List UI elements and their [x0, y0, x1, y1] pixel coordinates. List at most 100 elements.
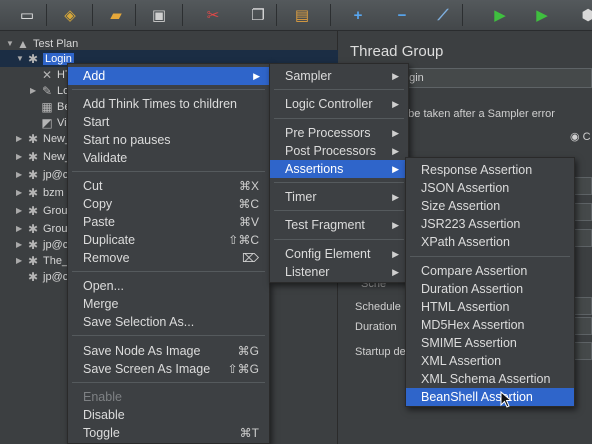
assertion-item-jsr223-assertion[interactable]: JSR223 Assertion [406, 215, 574, 233]
new-file-button[interactable]: ▭ [14, 3, 40, 27]
mouse-cursor-icon [500, 391, 513, 408]
menu-item-label: Test Fragment [285, 218, 365, 232]
menu-item-cut[interactable]: Cut ⌘X [68, 177, 269, 195]
assertion-item-html-assertion[interactable]: HTML Assertion [406, 298, 574, 316]
menu-item-save-screen-as-image[interactable]: Save Screen As Image ⇧⌘G [68, 360, 269, 378]
tree-expand-arrow-icon[interactable]: ▶ [16, 240, 26, 249]
add-menu-item-sampler[interactable]: Sampler ▶ [270, 67, 408, 85]
menu-item-label: Response Assertion [421, 163, 533, 177]
add-menu-item-timer[interactable]: Timer ▶ [270, 188, 408, 206]
tree-expand-arrow-icon[interactable]: ▶ [16, 188, 26, 197]
tree-expand-arrow-icon[interactable]: ▶ [16, 134, 26, 143]
tree-expand-arrow-icon[interactable]: ▼ [16, 54, 26, 63]
tree-expand-arrow-icon[interactable]: ▶ [16, 152, 26, 161]
tree-node[interactable]: ▶ ✱ jp@c [16, 166, 68, 183]
assertion-item-smime-assertion[interactable]: SMIME Assertion [406, 334, 574, 352]
start-button[interactable]: ▶ [487, 3, 513, 27]
assertion-item-xpath-assertion[interactable]: XPath Assertion [406, 233, 574, 251]
assertion-item-md5hex-assertion[interactable]: MD5Hex Assertion [406, 316, 574, 334]
submenu-arrow-icon: ▶ [392, 191, 399, 202]
tree-expand-arrow-icon[interactable]: ▶ [16, 224, 26, 233]
menu-item-start[interactable]: Start [68, 113, 269, 131]
menu-separator [410, 256, 570, 257]
menu-item-label: HTML Assertion [421, 300, 510, 314]
tree-expand-arrow-icon[interactable]: ▶ [30, 86, 40, 95]
menu-item-label: Remove [83, 251, 130, 265]
cut-button[interactable]: ✂ [200, 3, 226, 27]
menu-item-add-think-times-to-children[interactable]: Add Think Times to children [68, 95, 269, 113]
menu-item-disable[interactable]: Disable [68, 406, 269, 424]
save-button[interactable]: ▣ [146, 3, 172, 27]
sampler-error-label: o be taken after a Sampler error [399, 108, 555, 120]
menu-item-copy[interactable]: Copy ⌘C [68, 195, 269, 213]
expand-icon: + [353, 6, 363, 24]
menu-item-label: SMIME Assertion [421, 336, 517, 350]
assertion-item-beanshell-assertion[interactable]: BeanShell Assertion [406, 388, 574, 406]
assertion-item-response-assertion[interactable]: Response Assertion [406, 161, 574, 179]
tree-node[interactable]: ▼ ✱ Login [16, 50, 74, 67]
assertion-item-json-assertion[interactable]: JSON Assertion [406, 179, 574, 197]
menu-item-add[interactable]: Add ▶ [68, 67, 269, 85]
add-menu-item-listener[interactable]: Listener ▶ [270, 263, 408, 281]
templates-button[interactable]: ◈ [57, 3, 83, 27]
tree-node[interactable]: ▶ ✱ Grou [16, 202, 67, 219]
menu-separator [72, 171, 265, 172]
tree-node[interactable]: ▶ ✱ The_ [16, 252, 68, 269]
menu-item-label: Start [83, 115, 110, 129]
copy-button[interactable]: ❐ [245, 3, 271, 27]
add-menu-item-logic-controller[interactable]: Logic Controller ▶ [270, 95, 408, 113]
menu-item-merge[interactable]: Merge [68, 295, 269, 313]
assertion-item-size-assertion[interactable]: Size Assertion [406, 197, 574, 215]
save-icon: ▣ [151, 7, 167, 24]
assertion-item-xml-assertion[interactable]: XML Assertion [406, 352, 574, 370]
add-menu-item-post-processors[interactable]: Post Processors ▶ [270, 142, 408, 160]
collapse-button[interactable]: − [389, 3, 415, 27]
tree-node[interactable]: ▶ ✱ Grou [16, 220, 67, 237]
add-menu-item-pre-processors[interactable]: Pre Processors ▶ [270, 124, 408, 142]
tree-expand-arrow-icon[interactable]: ▼ [6, 39, 16, 48]
stop-button[interactable]: ⬢ [575, 3, 592, 27]
tree-node-label: jp@c [43, 168, 69, 181]
expand-button[interactable]: + [345, 3, 371, 27]
assertion-item-duration-assertion[interactable]: Duration Assertion [406, 280, 574, 298]
toggle-button[interactable]: ⟋ [430, 3, 456, 27]
open-button[interactable]: ▰ [103, 3, 129, 27]
menu-item-label: Duration Assertion [421, 282, 524, 296]
tree-node[interactable]: ▶ ✱ New_ [16, 130, 71, 147]
assertions-submenu: Response Assertion JSON Assertion Size Ass… [405, 157, 575, 407]
tree-expand-arrow-icon[interactable]: ▶ [16, 206, 26, 215]
tree-node[interactable]: ▶ ✱ New_ [16, 148, 71, 165]
menu-item-open[interactable]: Open... [68, 277, 269, 295]
tree-node[interactable]: ✕ HT [30, 66, 72, 83]
start-no-pauses-button[interactable]: ▶ [529, 3, 555, 27]
menu-item-paste[interactable]: Paste ⌘V [68, 213, 269, 231]
menu-item-toggle[interactable]: Toggle ⌘T [68, 424, 269, 442]
menu-separator [72, 271, 265, 272]
paste-button[interactable]: ▤ [289, 3, 315, 27]
test-plan-icon: ▲ [17, 36, 29, 51]
assertion-item-xml-schema-assertion[interactable]: XML Schema Assertion [406, 370, 574, 388]
tree-node[interactable]: ▶ ✱ bzm [16, 184, 64, 201]
assertion-item-compare-assertion[interactable]: Compare Assertion [406, 262, 574, 280]
beanshell-icon: ▦ [41, 99, 53, 114]
menu-item-save-selection-as[interactable]: Save Selection As... [68, 313, 269, 331]
menu-item-remove[interactable]: Remove ⌦ [68, 249, 269, 267]
tree-expand-arrow-icon[interactable]: ▶ [16, 256, 26, 265]
menu-item-save-node-as-image[interactable]: Save Node As Image ⌘G [68, 342, 269, 360]
add-menu-item-assertions[interactable]: Assertions ▶ [270, 160, 408, 178]
menu-item-enable[interactable]: Enable [68, 388, 269, 406]
add-menu-item-test-fragment[interactable]: Test Fragment ▶ [270, 216, 408, 234]
menu-item-start-no-pauses[interactable]: Start no pauses [68, 131, 269, 149]
menu-item-duplicate[interactable]: Duplicate ⇧⌘C [68, 231, 269, 249]
tree-node[interactable]: ▶ ✱ jp@c [16, 236, 68, 253]
tree-node-label: Grou [43, 204, 68, 217]
menu-item-validate[interactable]: Validate [68, 149, 269, 167]
name-field[interactable]: ogin [399, 68, 592, 88]
continue-radio[interactable]: ◉ C [570, 130, 591, 143]
add-menu-item-config-element[interactable]: Config Element ▶ [270, 245, 408, 263]
tree-expand-arrow-icon[interactable]: ▶ [16, 170, 26, 179]
stop-icon: ⬢ [581, 7, 592, 24]
menu-item-label: Cut [83, 179, 103, 193]
tree-node[interactable]: ✱ jp@c [16, 268, 68, 285]
menu-item-label: Save Selection As... [83, 315, 195, 329]
